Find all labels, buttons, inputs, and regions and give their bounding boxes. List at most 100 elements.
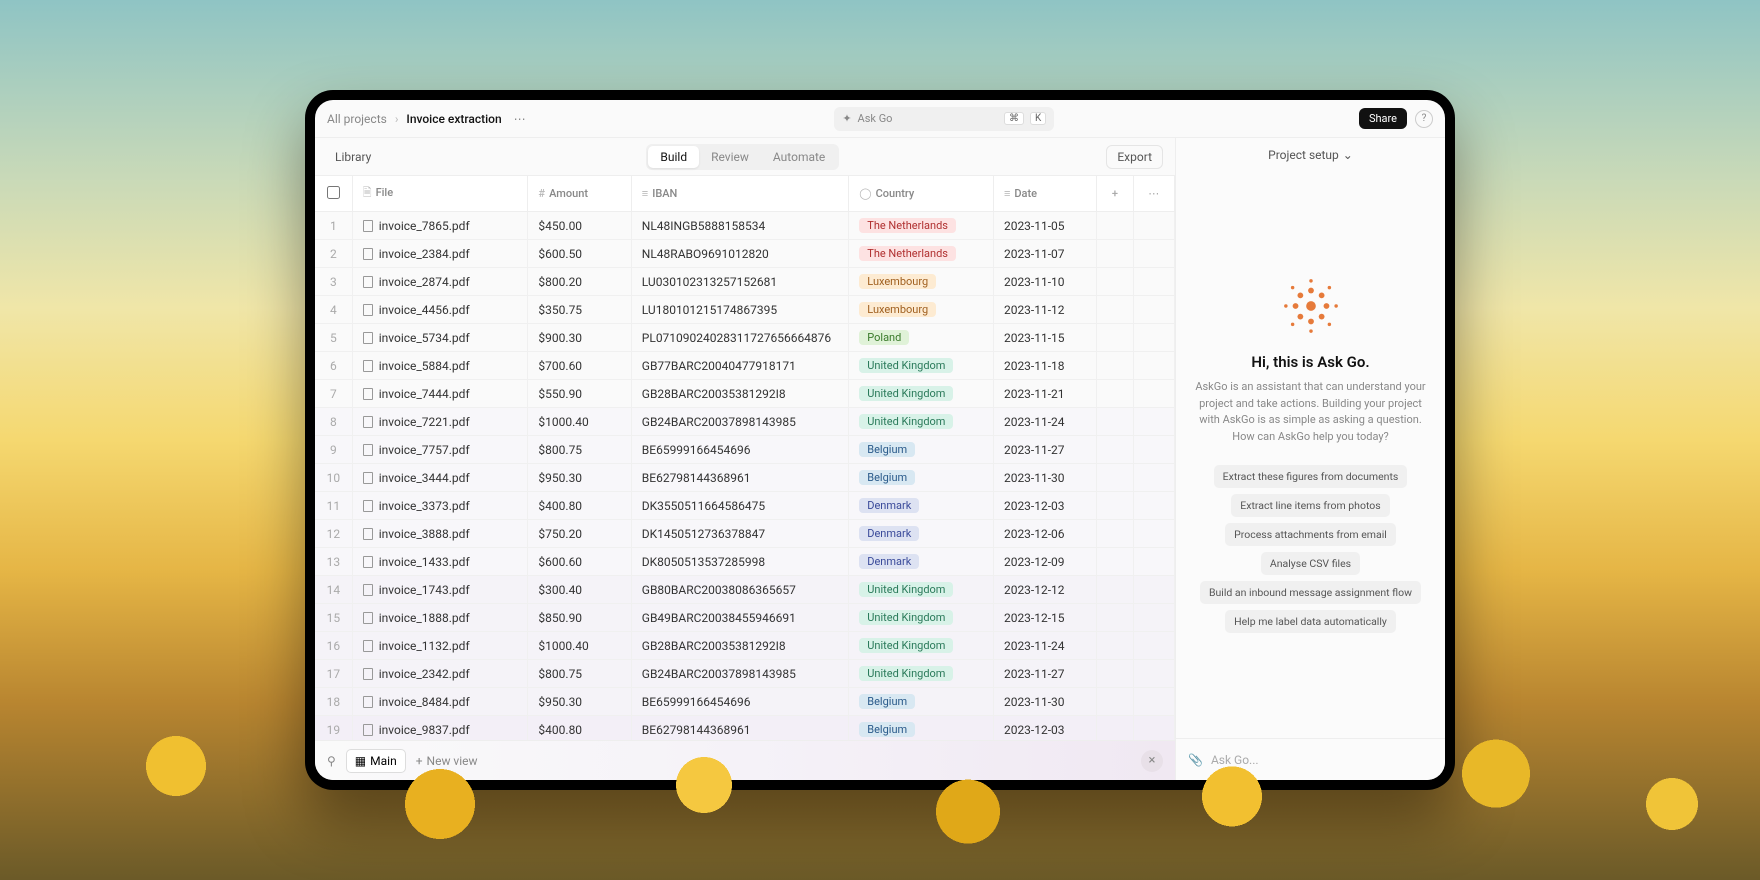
cell-file[interactable]: invoice_5734.pdf xyxy=(352,324,528,352)
cell-date[interactable]: 2023-11-10 xyxy=(993,268,1096,296)
col-amount[interactable]: #Amount xyxy=(528,176,631,212)
cell-iban[interactable]: NL48INGB5888158534 xyxy=(631,212,848,240)
cell-amount[interactable]: $350.75 xyxy=(528,296,631,324)
cell-iban[interactable]: BE62798144368961 xyxy=(631,716,848,741)
cell-country[interactable]: United Kingdom xyxy=(849,408,994,436)
cell-file[interactable]: invoice_3373.pdf xyxy=(352,492,528,520)
cell-amount[interactable]: $800.20 xyxy=(528,268,631,296)
cell-iban[interactable]: LU180101215174867395 xyxy=(631,296,848,324)
tab-build[interactable]: Build xyxy=(648,146,699,168)
cell-iban[interactable]: GB28BARC20035381292I8 xyxy=(631,632,848,660)
cell-country[interactable]: United Kingdom xyxy=(849,660,994,688)
table-row[interactable]: 5invoice_5734.pdf$900.30PL07109024028311… xyxy=(315,324,1175,352)
cell-country[interactable]: The Netherlands xyxy=(849,240,994,268)
cell-date[interactable]: 2023-12-03 xyxy=(993,492,1096,520)
suggestion-chip[interactable]: Analyse CSV files xyxy=(1261,552,1360,575)
cell-file[interactable]: invoice_7444.pdf xyxy=(352,380,528,408)
close-icon[interactable]: × xyxy=(1141,750,1163,772)
table-row[interactable]: 10invoice_3444.pdf$950.30BE6279814436896… xyxy=(315,464,1175,492)
cell-amount[interactable]: $600.60 xyxy=(528,548,631,576)
cell-date[interactable]: 2023-12-12 xyxy=(993,576,1096,604)
table-row[interactable]: 2invoice_2384.pdf$600.50NL48RABO96910128… xyxy=(315,240,1175,268)
cell-amount[interactable]: $700.60 xyxy=(528,352,631,380)
cell-amount[interactable]: $900.30 xyxy=(528,324,631,352)
attachment-icon[interactable]: 📎 xyxy=(1188,753,1203,767)
select-all-header[interactable] xyxy=(315,176,352,212)
table-row[interactable]: 4invoice_4456.pdf$350.75LU18010121517486… xyxy=(315,296,1175,324)
cell-country[interactable]: United Kingdom xyxy=(849,632,994,660)
table-row[interactable]: 18invoice_8484.pdf$950.30BE6599916645469… xyxy=(315,688,1175,716)
tab-review[interactable]: Review xyxy=(699,146,761,168)
cell-country[interactable]: Belgium xyxy=(849,464,994,492)
cell-file[interactable]: invoice_7221.pdf xyxy=(352,408,528,436)
cell-date[interactable]: 2023-11-15 xyxy=(993,324,1096,352)
add-column-button[interactable]: + xyxy=(1097,176,1133,212)
table-row[interactable]: 3invoice_2874.pdf$800.20LU03010231325715… xyxy=(315,268,1175,296)
askgo-input[interactable]: 📎 Ask Go... xyxy=(1176,738,1445,780)
cell-iban[interactable]: LU030102313257152681 xyxy=(631,268,848,296)
breadcrumb-root[interactable]: All projects xyxy=(327,112,387,126)
table-row[interactable]: 1invoice_7865.pdf$450.00NL48INGB58881585… xyxy=(315,212,1175,240)
cell-amount[interactable]: $850.90 xyxy=(528,604,631,632)
cell-amount[interactable]: $800.75 xyxy=(528,436,631,464)
table-row[interactable]: 19invoice_9837.pdf$400.80BE6279814436896… xyxy=(315,716,1175,741)
suggestion-chip[interactable]: Process attachments from email xyxy=(1225,523,1396,546)
view-tab-main[interactable]: ▦ Main xyxy=(346,749,406,773)
cell-iban[interactable]: GB24BARC20037898143985 xyxy=(631,408,848,436)
cell-country[interactable]: United Kingdom xyxy=(849,380,994,408)
cell-file[interactable]: invoice_7757.pdf xyxy=(352,436,528,464)
filter-icon[interactable]: ⚲ xyxy=(327,754,336,768)
col-iban[interactable]: ≡IBAN xyxy=(631,176,848,212)
data-table-container[interactable]: 🗎File #Amount ≡IBAN ◯Country ≡Date + ⋯ 1… xyxy=(315,176,1175,740)
cell-country[interactable]: Denmark xyxy=(849,520,994,548)
cell-file[interactable]: invoice_8484.pdf xyxy=(352,688,528,716)
table-row[interactable]: 15invoice_1888.pdf$850.90GB49BARC2003845… xyxy=(315,604,1175,632)
cell-date[interactable]: 2023-12-09 xyxy=(993,548,1096,576)
cell-amount[interactable]: $600.50 xyxy=(528,240,631,268)
cell-file[interactable]: invoice_1433.pdf xyxy=(352,548,528,576)
suggestion-chip[interactable]: Build an inbound message assignment flow xyxy=(1200,581,1421,604)
library-button[interactable]: Library xyxy=(327,146,379,168)
cell-date[interactable]: 2023-11-24 xyxy=(993,632,1096,660)
cell-country[interactable]: The Netherlands xyxy=(849,212,994,240)
cell-iban[interactable]: DK8050513537285998 xyxy=(631,548,848,576)
cell-country[interactable]: United Kingdom xyxy=(849,352,994,380)
cell-country[interactable]: Denmark xyxy=(849,548,994,576)
cell-amount[interactable]: $550.90 xyxy=(528,380,631,408)
cell-file[interactable]: invoice_4456.pdf xyxy=(352,296,528,324)
new-view-button[interactable]: + New view xyxy=(416,754,478,768)
cell-country[interactable]: Belgium xyxy=(849,688,994,716)
cell-file[interactable]: invoice_3444.pdf xyxy=(352,464,528,492)
cell-iban[interactable]: BE62798144368961 xyxy=(631,464,848,492)
cell-iban[interactable]: PL07109024028311727656664876 xyxy=(631,324,848,352)
cell-file[interactable]: invoice_1743.pdf xyxy=(352,576,528,604)
cell-country[interactable]: Luxembourg xyxy=(849,296,994,324)
cell-date[interactable]: 2023-11-30 xyxy=(993,688,1096,716)
cell-date[interactable]: 2023-11-30 xyxy=(993,464,1096,492)
cell-iban[interactable]: GB49BARC20038455946691 xyxy=(631,604,848,632)
suggestion-chip[interactable]: Help me label data automatically xyxy=(1225,610,1396,633)
cell-date[interactable]: 2023-12-06 xyxy=(993,520,1096,548)
table-row[interactable]: 6invoice_5884.pdf$700.60GB77BARC20040477… xyxy=(315,352,1175,380)
cell-amount[interactable]: $950.30 xyxy=(528,688,631,716)
cell-file[interactable]: invoice_1132.pdf xyxy=(352,632,528,660)
col-file[interactable]: 🗎File xyxy=(352,176,528,212)
suggestion-chip[interactable]: Extract these figures from documents xyxy=(1214,465,1408,488)
tab-automate[interactable]: Automate xyxy=(761,146,837,168)
table-row[interactable]: 11invoice_3373.pdf$400.80DK3550511664586… xyxy=(315,492,1175,520)
table-row[interactable]: 9invoice_7757.pdf$800.75BE65999166454696… xyxy=(315,436,1175,464)
search-bar[interactable]: ✦ Ask Go ⌘ K xyxy=(834,107,1054,131)
cell-date[interactable]: 2023-11-12 xyxy=(993,296,1096,324)
cell-date[interactable]: 2023-11-05 xyxy=(993,212,1096,240)
project-setup-dropdown[interactable]: Project setup ⌄ xyxy=(1176,138,1445,172)
export-button[interactable]: Export xyxy=(1106,145,1163,169)
cell-iban[interactable]: NL48RABO9691012820 xyxy=(631,240,848,268)
more-icon[interactable]: ⋯ xyxy=(510,112,530,126)
cell-country[interactable]: Belgium xyxy=(849,436,994,464)
table-row[interactable]: 12invoice_3888.pdf$750.20DK1450512736378… xyxy=(315,520,1175,548)
cell-iban[interactable]: GB77BARC20040477918171 xyxy=(631,352,848,380)
table-row[interactable]: 8invoice_7221.pdf$1000.40GB24BARC2003789… xyxy=(315,408,1175,436)
cell-date[interactable]: 2023-11-24 xyxy=(993,408,1096,436)
cell-iban[interactable]: GB24BARC20037898143985 xyxy=(631,660,848,688)
table-row[interactable]: 17invoice_2342.pdf$800.75GB24BARC2003789… xyxy=(315,660,1175,688)
